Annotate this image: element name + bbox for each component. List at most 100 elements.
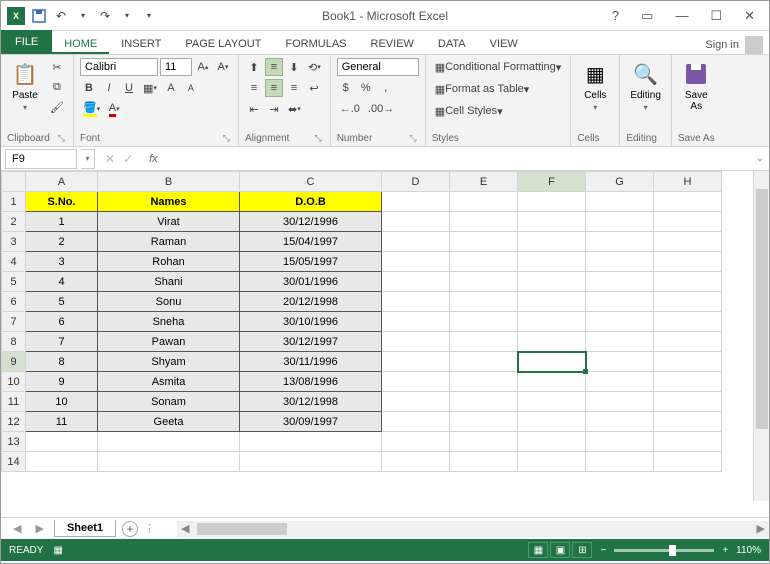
cell[interactable]: [98, 432, 240, 452]
formula-bar-expand[interactable]: ⌄: [751, 153, 769, 164]
paste-dropdown-icon[interactable]: ▾: [23, 103, 27, 112]
sign-in[interactable]: Sign in: [705, 36, 769, 54]
cell[interactable]: [450, 332, 518, 352]
cell[interactable]: 30/12/1998: [240, 392, 382, 412]
cell[interactable]: D.O.B: [240, 192, 382, 212]
cell[interactable]: 20/12/1998: [240, 292, 382, 312]
italic-button[interactable]: I: [100, 79, 118, 97]
align-left-button[interactable]: ≡: [245, 79, 263, 97]
cell[interactable]: [382, 272, 450, 292]
format-as-table-button[interactable]: ▦ Format as Table ▾: [432, 80, 565, 98]
cell[interactable]: [586, 312, 654, 332]
font-launcher[interactable]: ⤡: [223, 133, 232, 144]
col-header-H[interactable]: H: [654, 172, 722, 192]
row-header[interactable]: 4: [2, 252, 26, 272]
undo-icon[interactable]: ↶: [53, 8, 69, 24]
cell[interactable]: Sneha: [98, 312, 240, 332]
tab-formulas[interactable]: FORMULAS: [273, 34, 358, 54]
cell[interactable]: [654, 372, 722, 392]
tab-insert[interactable]: INSERT: [109, 34, 173, 54]
cell[interactable]: [518, 292, 586, 312]
cell[interactable]: Sonu: [98, 292, 240, 312]
tab-data[interactable]: DATA: [426, 34, 478, 54]
font-color-button[interactable]: A▾: [105, 100, 123, 118]
align-center-button[interactable]: ≡: [265, 79, 283, 97]
row-header[interactable]: 3: [2, 232, 26, 252]
cell[interactable]: [450, 192, 518, 212]
col-header-G[interactable]: G: [586, 172, 654, 192]
cell[interactable]: Rohan: [98, 252, 240, 272]
cell[interactable]: [450, 272, 518, 292]
bold-button[interactable]: B: [80, 79, 98, 97]
font-increase-button[interactable]: A: [162, 79, 180, 97]
row-header[interactable]: 13: [2, 432, 26, 452]
cell[interactable]: 3: [26, 252, 98, 272]
cell[interactable]: [586, 452, 654, 472]
cell[interactable]: [586, 292, 654, 312]
cell[interactable]: [450, 232, 518, 252]
ribbon-options-icon[interactable]: ▭: [635, 6, 659, 26]
cell[interactable]: 4: [26, 272, 98, 292]
cell[interactable]: 5: [26, 292, 98, 312]
conditional-formatting-button[interactable]: ▦ Conditional Formatting ▾: [432, 58, 565, 76]
cell[interactable]: [382, 212, 450, 232]
cell[interactable]: [586, 372, 654, 392]
cell[interactable]: [518, 232, 586, 252]
qat-customize-icon[interactable]: ▾: [141, 8, 157, 24]
increase-decimal-button[interactable]: ←.0: [337, 100, 363, 118]
row-header[interactable]: 7: [2, 312, 26, 332]
row-header[interactable]: 14: [2, 452, 26, 472]
cell[interactable]: [518, 272, 586, 292]
row-header[interactable]: 8: [2, 332, 26, 352]
page-break-view-button[interactable]: ⊞: [572, 542, 592, 558]
col-header-A[interactable]: A: [26, 172, 98, 192]
cell[interactable]: [26, 452, 98, 472]
redo-dropdown-icon[interactable]: ▾: [119, 8, 135, 24]
font-decrease-button[interactable]: A: [182, 79, 200, 97]
col-header-D[interactable]: D: [382, 172, 450, 192]
cell[interactable]: [518, 432, 586, 452]
cell[interactable]: [586, 392, 654, 412]
align-middle-button[interactable]: ≡: [265, 58, 283, 76]
cell[interactable]: [518, 212, 586, 232]
cell[interactable]: [382, 372, 450, 392]
col-header-F[interactable]: F: [518, 172, 586, 192]
save-icon[interactable]: [31, 8, 47, 24]
cell[interactable]: 8: [26, 352, 98, 372]
cell[interactable]: [450, 212, 518, 232]
cell[interactable]: 30/10/1996: [240, 312, 382, 332]
cell[interactable]: [518, 372, 586, 392]
cell[interactable]: [450, 312, 518, 332]
zoom-level[interactable]: 110%: [736, 545, 761, 556]
cell[interactable]: 9: [26, 372, 98, 392]
orientation-button[interactable]: ⟲▾: [305, 58, 324, 76]
cell[interactable]: [382, 432, 450, 452]
cell[interactable]: [654, 272, 722, 292]
tab-file[interactable]: FILE: [1, 30, 52, 54]
cell-styles-button[interactable]: ▦ Cell Styles ▾: [432, 102, 565, 120]
align-right-button[interactable]: ≡: [285, 79, 303, 97]
cell[interactable]: 2: [26, 232, 98, 252]
paste-button[interactable]: 📋 Paste ▾: [7, 58, 43, 132]
cell[interactable]: [518, 452, 586, 472]
select-all-corner[interactable]: [2, 172, 26, 192]
cancel-formula-icon[interactable]: ✕: [105, 152, 115, 166]
cell[interactable]: [382, 392, 450, 412]
normal-view-button[interactable]: ▦: [528, 542, 548, 558]
undo-dropdown-icon[interactable]: ▾: [75, 8, 91, 24]
cell[interactable]: [450, 352, 518, 372]
cell[interactable]: [382, 192, 450, 212]
row-header[interactable]: 1: [2, 192, 26, 212]
cells-button[interactable]: ▦ Cells ▾: [577, 58, 613, 114]
cell[interactable]: [450, 372, 518, 392]
hscroll-left[interactable]: ◀: [177, 522, 193, 535]
cell[interactable]: 13/08/1996: [240, 372, 382, 392]
page-layout-view-button[interactable]: ▣: [550, 542, 570, 558]
format-painter-button[interactable]: 🖌: [47, 98, 67, 116]
row-header[interactable]: 12: [2, 412, 26, 432]
cell[interactable]: [240, 452, 382, 472]
cell[interactable]: [654, 192, 722, 212]
cell[interactable]: Geeta: [98, 412, 240, 432]
hscroll-thumb[interactable]: [197, 523, 287, 535]
cell[interactable]: 1: [26, 212, 98, 232]
